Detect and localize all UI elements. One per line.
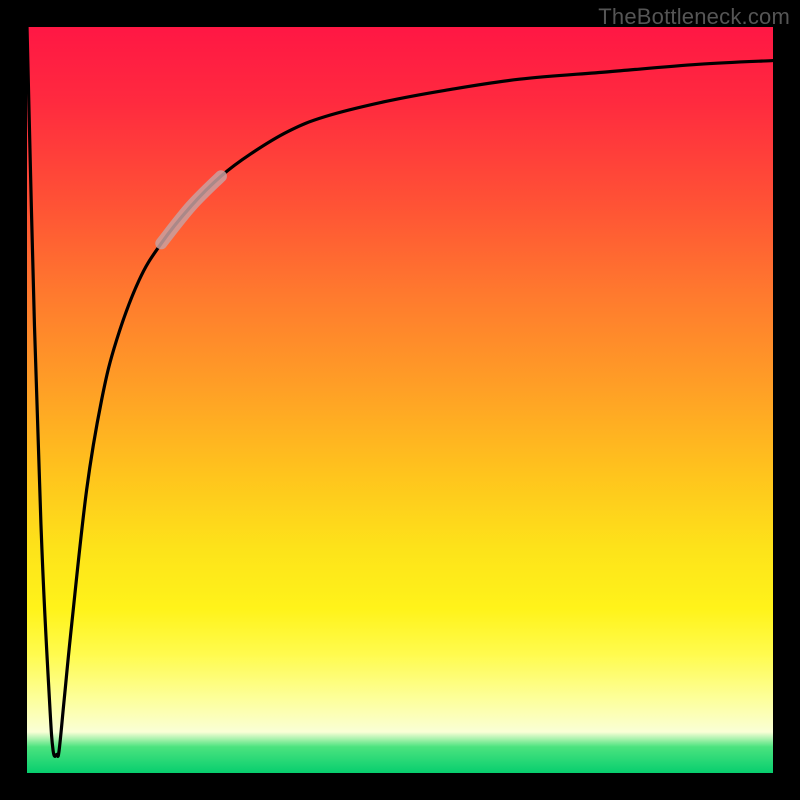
- watermark-text: TheBottleneck.com: [598, 4, 790, 30]
- plot-area: [27, 27, 773, 773]
